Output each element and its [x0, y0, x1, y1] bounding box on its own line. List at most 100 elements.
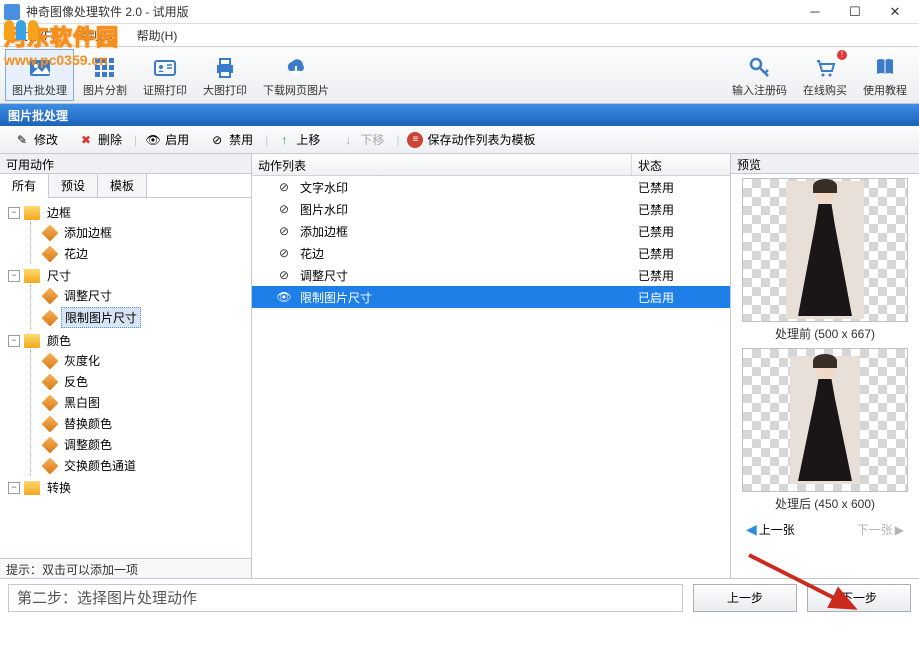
- list-header: 动作列表 状态: [252, 154, 730, 176]
- action-movedown[interactable]: ↓下移: [332, 129, 392, 150]
- list-row[interactable]: ⊘文字水印已禁用: [252, 176, 730, 198]
- idcard-icon: [150, 54, 180, 82]
- tool-regcode[interactable]: 输入注册码: [725, 49, 794, 101]
- badge-icon: !: [837, 50, 847, 60]
- box-icon: [42, 394, 59, 411]
- caption-after: 处理后 (450 x 600): [775, 495, 875, 512]
- cloud-download-icon: [281, 54, 311, 82]
- action-modify[interactable]: ✎修改: [6, 129, 66, 150]
- list-row[interactable]: ⊘添加边框已禁用: [252, 220, 730, 242]
- close-button[interactable]: ✕: [875, 0, 915, 24]
- tool-batch[interactable]: 图片批处理: [5, 49, 74, 101]
- preview-prev-button[interactable]: ◀上一张: [742, 520, 799, 539]
- tree-item-invert[interactable]: 反色: [43, 372, 249, 391]
- menu-goto[interactable]: 转到(G): [65, 25, 126, 46]
- tree-item-gray[interactable]: 灰度化: [43, 351, 249, 370]
- menu-file[interactable]: 文件(F): [6, 25, 65, 46]
- box-icon: [42, 287, 59, 304]
- list-row[interactable]: ⊘调整尺寸已禁用: [252, 264, 730, 286]
- tab-template[interactable]: 模板: [98, 174, 147, 197]
- tool-label: 图片分割: [83, 82, 127, 98]
- list-row-selected[interactable]: 👁限制图片尺寸已启用: [252, 286, 730, 308]
- box-icon: [42, 415, 59, 432]
- tree-item-addborder[interactable]: 添加边框: [43, 223, 249, 242]
- arrow-down-icon: ↓: [340, 132, 356, 148]
- grid-icon: [90, 54, 120, 82]
- action-moveup[interactable]: ↑上移: [268, 129, 328, 150]
- menu-help[interactable]: 帮助(H): [127, 25, 188, 46]
- box-icon: [42, 457, 59, 474]
- tree-folder-convert[interactable]: −转换: [8, 478, 249, 497]
- cart-icon: [810, 54, 840, 82]
- prev-step-button[interactable]: 上一步: [693, 584, 797, 612]
- folder-icon: [24, 334, 40, 348]
- list-row[interactable]: ⊘图片水印已禁用: [252, 198, 730, 220]
- delete-icon: ✖: [78, 132, 94, 148]
- tool-split[interactable]: 图片分割: [76, 49, 134, 101]
- main-toolbar: 图片批处理 图片分割 证照打印 大图打印 下载网页图片 输入注册码 ! 在线购买…: [0, 46, 919, 104]
- tab-all[interactable]: 所有: [0, 174, 49, 198]
- window-title: 神奇图像处理软件 2.0 - 试用版: [26, 3, 795, 20]
- tool-download[interactable]: 下载网页图片: [256, 49, 336, 101]
- tool-idprint[interactable]: 证照打印: [136, 49, 194, 101]
- eye-off-icon: ⊘: [276, 180, 292, 194]
- eye-off-icon: ⊘: [276, 202, 292, 216]
- tool-label: 图片批处理: [12, 82, 67, 98]
- tree-item-limitsize[interactable]: 限制图片尺寸: [43, 307, 249, 328]
- arrow-left-icon: ◀: [746, 521, 757, 538]
- footer: 第二步：选择图片处理动作 上一步 下一步: [0, 578, 919, 616]
- left-panel: 可用动作 所有 预设 模板 −边框 添加边框 花边 −尺寸 调整尺寸 限制图片尺…: [0, 154, 252, 578]
- tree-item-replace[interactable]: 替换颜色: [43, 414, 249, 433]
- action-bar: ✎修改 ✖删除 | 👁启用 ⊘禁用 | ↑上移 ↓下移 | ≡保存动作列表为模板: [0, 126, 919, 154]
- caption-before: 处理前 (500 x 667): [775, 325, 875, 342]
- tree-item-bw[interactable]: 黑白图: [43, 393, 249, 412]
- tool-buy[interactable]: ! 在线购买: [796, 49, 854, 101]
- box-icon: [42, 245, 59, 262]
- tree-item-huesat[interactable]: 调整颜色: [43, 435, 249, 454]
- left-hint: 提示：双击可以添加一项: [0, 558, 251, 578]
- action-list[interactable]: ⊘文字水印已禁用 ⊘图片水印已禁用 ⊘添加边框已禁用 ⊘花边已禁用 ⊘调整尺寸已…: [252, 176, 730, 578]
- box-icon: [42, 436, 59, 453]
- tree-folder-size[interactable]: −尺寸: [8, 266, 249, 285]
- action-enable[interactable]: 👁启用: [137, 129, 197, 150]
- section-header: 图片批处理: [0, 104, 919, 126]
- tool-bigprint[interactable]: 大图打印: [196, 49, 254, 101]
- preview-next-button[interactable]: 下一张▶: [853, 520, 908, 539]
- folder-icon: [24, 269, 40, 283]
- folder-icon: [24, 481, 40, 495]
- box-icon: [42, 224, 59, 241]
- tree-item-resize[interactable]: 调整尺寸: [43, 286, 249, 305]
- action-tree[interactable]: −边框 添加边框 花边 −尺寸 调整尺寸 限制图片尺寸 −颜色 灰度化 反色: [0, 198, 251, 558]
- app-icon: [4, 4, 20, 20]
- tool-label: 大图打印: [203, 82, 247, 98]
- eye-off-icon: ⊘: [276, 246, 292, 260]
- tree-folder-border[interactable]: −边框: [8, 203, 249, 222]
- col-action[interactable]: 动作列表: [252, 154, 632, 175]
- preview-before: [742, 178, 908, 322]
- tree-folder-color[interactable]: −颜色: [8, 331, 249, 350]
- tool-label: 在线购买: [803, 82, 847, 98]
- list-row[interactable]: ⊘花边已禁用: [252, 242, 730, 264]
- maximize-button[interactable]: ☐: [835, 0, 875, 24]
- titlebar: 神奇图像处理软件 2.0 - 试用版 ─ ☐ ✕: [0, 0, 919, 24]
- action-delete[interactable]: ✖删除: [70, 129, 130, 150]
- eye-off-icon: ⊘: [276, 224, 292, 238]
- next-step-button[interactable]: 下一步: [807, 584, 911, 612]
- tool-label: 下载网页图片: [263, 82, 329, 98]
- box-icon: [42, 309, 59, 326]
- left-tabs: 所有 预设 模板: [0, 174, 251, 198]
- pencil-icon: ✎: [14, 132, 30, 148]
- tool-tutorial[interactable]: 使用教程: [856, 49, 914, 101]
- image-icon: [25, 54, 55, 82]
- box-icon: [42, 373, 59, 390]
- tree-item-lace[interactable]: 花边: [43, 244, 249, 263]
- minimize-button[interactable]: ─: [795, 0, 835, 24]
- action-savetpl[interactable]: ≡保存动作列表为模板: [399, 129, 543, 150]
- col-status[interactable]: 状态: [632, 154, 730, 175]
- middle-panel: 动作列表 状态 ⊘文字水印已禁用 ⊘图片水印已禁用 ⊘添加边框已禁用 ⊘花边已禁…: [252, 154, 731, 578]
- tree-item-swap[interactable]: 交换颜色通道: [43, 456, 249, 475]
- action-disable[interactable]: ⊘禁用: [201, 129, 261, 150]
- tab-preset[interactable]: 预设: [49, 174, 98, 197]
- folder-icon: [24, 206, 40, 220]
- save-icon: ≡: [407, 132, 423, 148]
